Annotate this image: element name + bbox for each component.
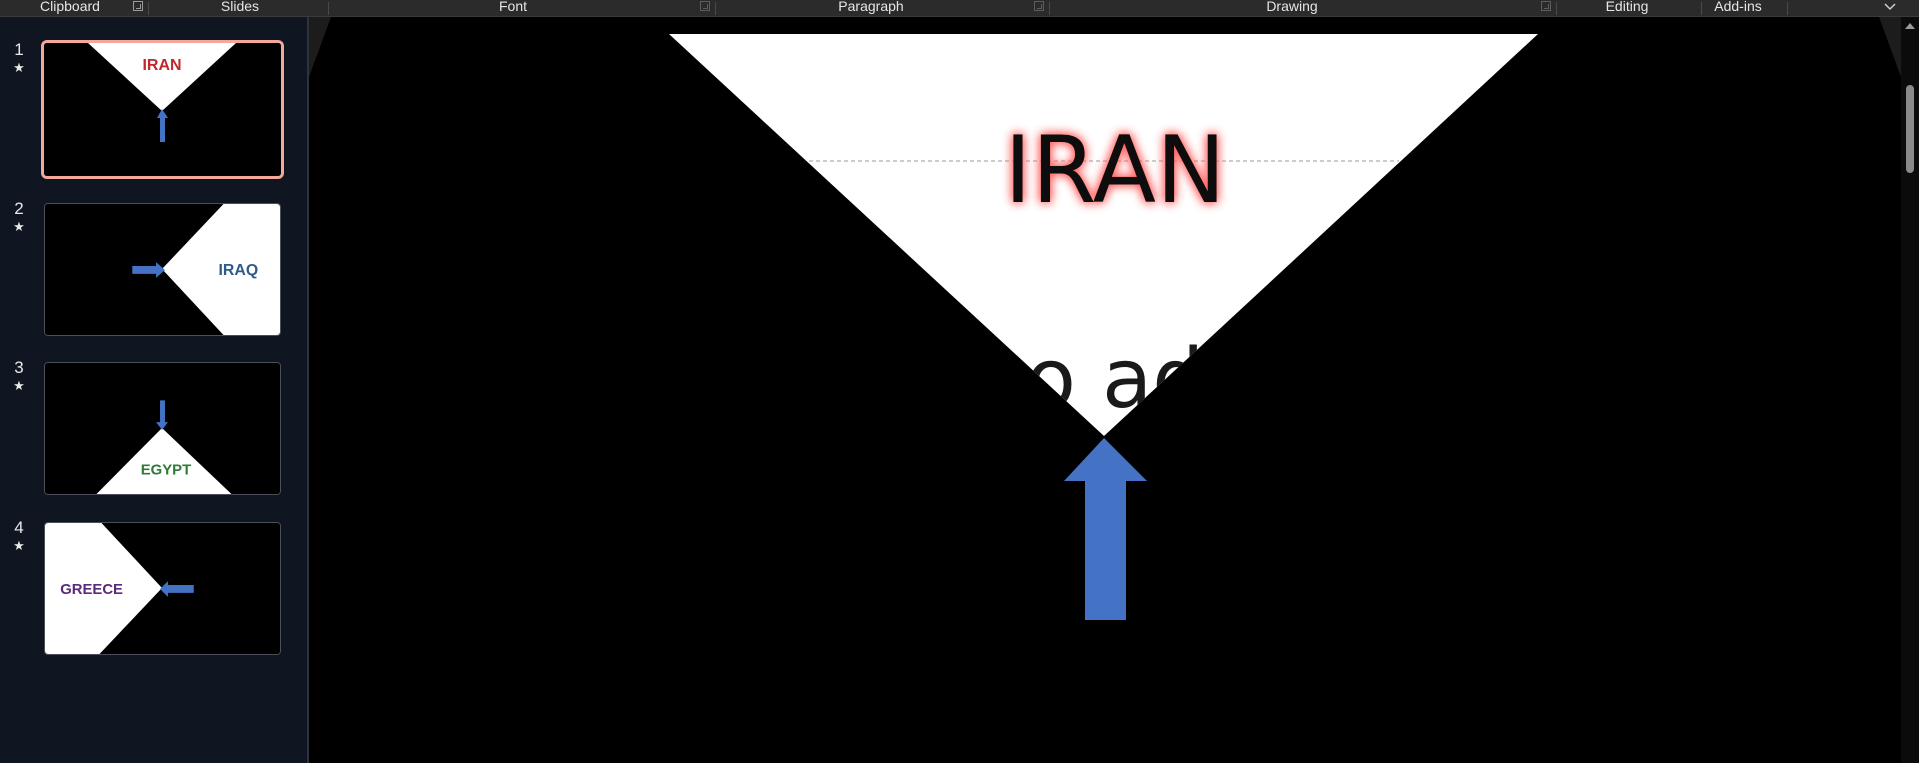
slide-thumbnail-2-title: IRAQ [219,262,259,279]
scrollbar-thumb[interactable] [1906,85,1914,173]
ribbon-separator [1787,2,1788,15]
slide-thumbnail-pane: 1 ★ IRAN 2 ★ IRAQ 3 ★ EGYPT 4 ★ GREECE [0,17,309,763]
slide-thumbnail-3[interactable]: EGYPT [44,362,281,495]
clipboard-launcher-icon[interactable] [133,1,143,11]
chevron-down-icon[interactable] [1883,0,1897,14]
font-launcher-icon[interactable] [700,1,710,11]
ribbon-group-paragraph[interactable]: Paragraph [830,0,912,16]
ribbon-separator [1556,2,1557,15]
ribbon-group-font-label: Font [498,0,527,14]
scroll-up-arrow-icon[interactable] [1905,23,1915,29]
slide-editing-canvas[interactable]: o ad IRAN [309,17,1901,763]
slide-thumbnail-4-graphic: GREECE [45,523,280,654]
slide-thumbnail-1[interactable]: IRAN [41,40,284,179]
ribbon-separator [1701,2,1702,15]
ribbon-group-slides-label: Slides [220,0,260,14]
slide-thumbnail-1-graphic: IRAN [44,43,281,176]
ribbon-group-paragraph-label: Paragraph [838,0,904,14]
slide-number: 1 [14,40,24,59]
ribbon-group-editing-label: Editing [1605,0,1649,14]
slide-title[interactable]: IRAN [1004,116,1225,224]
ribbon-group-clipboard[interactable]: Clipboard [30,0,110,16]
slide-thumbnail-4[interactable]: GREECE [44,522,281,655]
powerpoint-window: Clipboard Slides Font Paragraph Drawing … [0,0,1919,763]
ribbon-group-addins-label: Add-ins [1714,0,1762,14]
animation-star-icon: ★ [13,60,25,75]
animation-star-icon: ★ [13,378,25,393]
ribbon-group-addins[interactable]: Add-ins [1712,0,1764,16]
animation-star-icon: ★ [13,219,25,234]
slide-thumbnail-3-title: EGYPT [141,462,191,478]
ribbon-group-editing[interactable]: Editing [1597,0,1657,16]
slide-thumbnail-3-graphic: EGYPT [45,363,280,494]
slide-thumbnail-2[interactable]: IRAQ [44,203,281,336]
slide-thumbnail-2-graphic: IRAQ [45,204,280,335]
ribbon-separator [715,2,716,15]
ribbon-group-drawing-label: Drawing [1266,0,1318,14]
ribbon-separator [1049,2,1050,15]
ribbon-group-slides[interactable]: Slides [205,0,275,16]
animation-star-icon: ★ [13,538,25,553]
ribbon-separator [328,2,329,15]
ribbon-group-clipboard-label: Clipboard [40,0,100,14]
ribbon-group-drawing[interactable]: Drawing [1256,0,1328,16]
ribbon-group-labels: Clipboard Slides Font Paragraph Drawing … [0,0,1919,17]
drawing-launcher-icon[interactable] [1541,1,1551,11]
slide-number: 2 [14,199,24,218]
slide-thumbnail-4-title: GREECE [60,582,123,598]
slide-thumbnail-1-title: IRAN [142,57,181,74]
ribbon-group-font[interactable]: Font [478,0,548,16]
slide-number: 3 [14,358,24,377]
current-slide: o ad IRAN [309,17,1901,763]
paragraph-launcher-icon[interactable] [1034,1,1044,11]
slide-number: 4 [14,518,24,537]
ribbon-separator [148,2,149,15]
vertical-scrollbar[interactable] [1901,17,1919,763]
